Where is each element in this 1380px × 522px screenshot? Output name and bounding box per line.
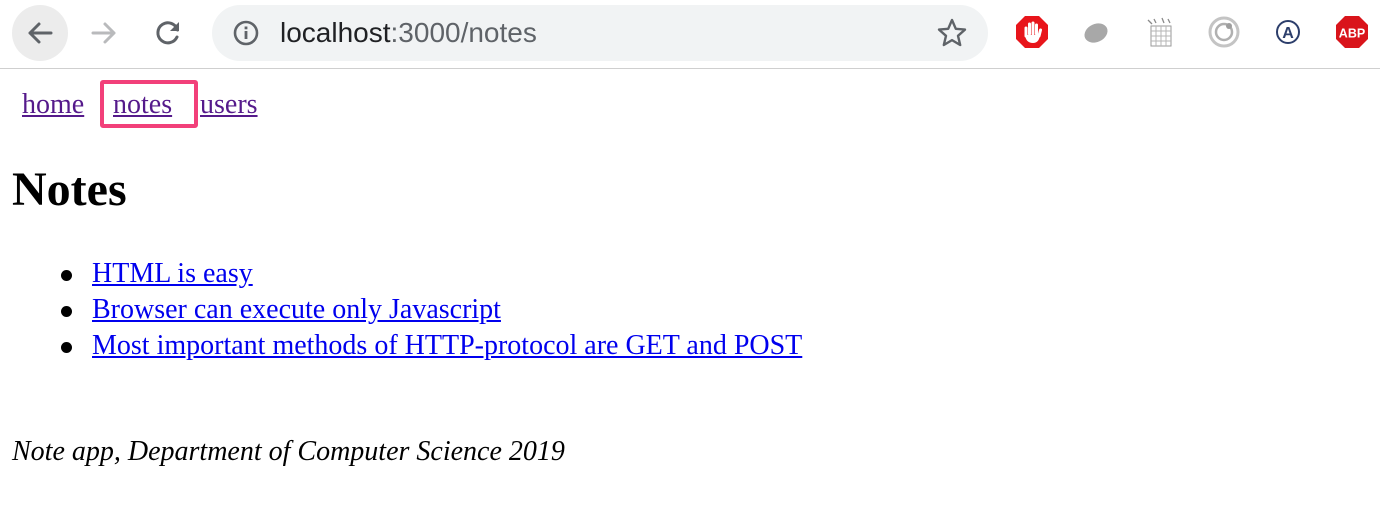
note-link[interactable]: Browser can execute only Javascript (92, 294, 501, 325)
note-link[interactable]: Most important methods of HTTP-protocol … (92, 330, 802, 361)
browser-toolbar: localhost:3000/notes A ABP (0, 0, 1380, 69)
svg-text:ABP: ABP (1339, 27, 1365, 41)
grey-blob-extension-button[interactable] (1078, 14, 1114, 50)
note-link[interactable]: HTML is easy (92, 258, 253, 289)
arrow-right-icon (91, 22, 116, 44)
bullet-icon (61, 306, 72, 317)
grid-doc-extension-button[interactable] (1142, 14, 1178, 50)
list-item: Most important methods of HTTP-protocol … (61, 328, 802, 364)
target-extension-icon (1208, 16, 1240, 48)
adblock-plus-extension-button[interactable]: ABP (1334, 14, 1370, 50)
bullet-icon (61, 342, 72, 353)
adblock-hand-icon (1016, 16, 1048, 48)
arrow-left-icon (28, 22, 53, 44)
url-text[interactable]: localhost:3000/notes (280, 5, 537, 61)
forward-button[interactable] (76, 5, 132, 61)
adblock-extension-button[interactable] (1014, 14, 1050, 50)
page-footer: Note app, Department of Computer Science… (12, 436, 565, 467)
nav-link-users[interactable]: users (200, 82, 258, 128)
svg-text:A: A (1282, 25, 1294, 42)
list-item: HTML is easy (61, 256, 802, 292)
circled-a-extension-icon: A (1276, 20, 1300, 44)
info-circle-icon[interactable] (232, 19, 260, 47)
back-button[interactable] (12, 5, 68, 61)
grid-doc-extension-icon (1147, 17, 1172, 47)
nav-link-home[interactable]: home (22, 82, 84, 128)
reload-icon (156, 21, 179, 45)
adblock-plus-icon: ABP (1336, 16, 1368, 48)
nav-link-notes[interactable]: notes (113, 82, 172, 128)
target-extension-button[interactable] (1206, 14, 1242, 50)
url-path: :3000/notes (390, 17, 537, 48)
address-bar[interactable]: localhost:3000/notes (212, 5, 988, 61)
page-title: Notes (12, 163, 127, 216)
url-host: localhost (280, 17, 391, 48)
grey-blob-extension-icon (1084, 23, 1108, 43)
reload-button[interactable] (140, 5, 196, 61)
list-item: Browser can execute only Javascript (61, 292, 802, 328)
notes-list: HTML is easy Browser can execute only Ja… (61, 256, 802, 364)
star-icon[interactable] (936, 17, 968, 49)
bullet-icon (61, 270, 72, 281)
circled-a-extension-button[interactable]: A (1270, 14, 1306, 50)
